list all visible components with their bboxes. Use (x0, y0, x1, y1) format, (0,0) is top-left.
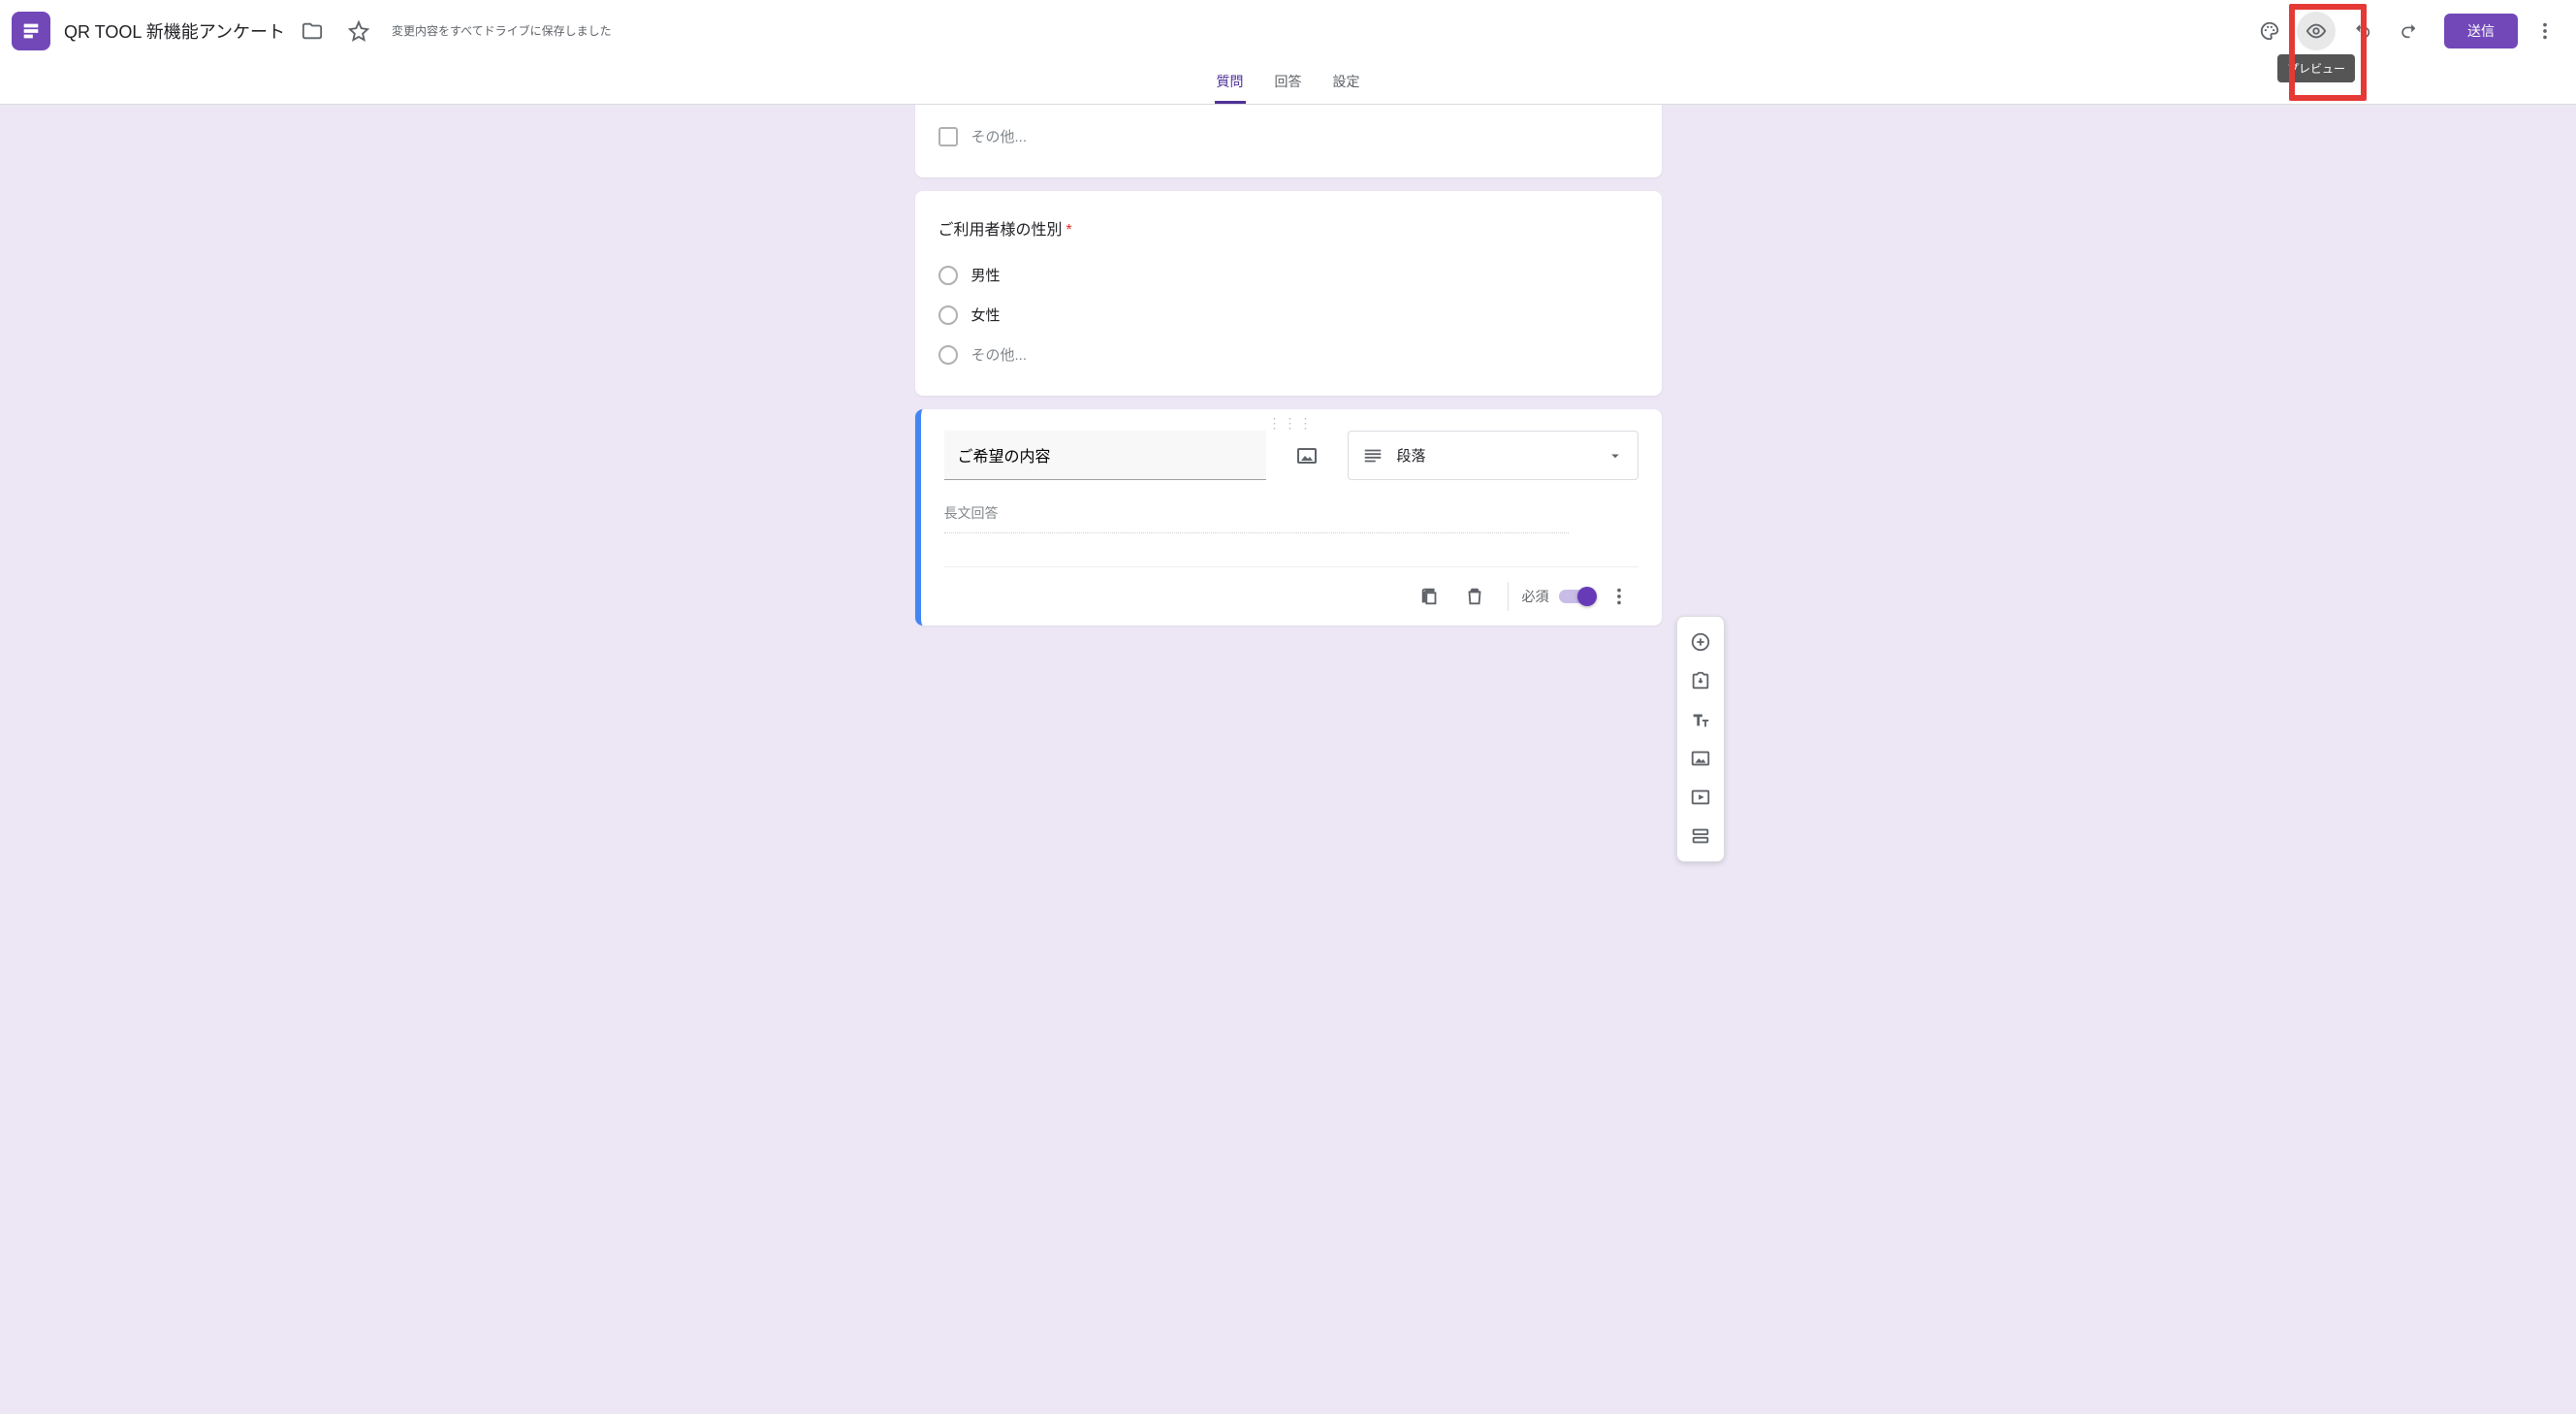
chevron-down-icon (1606, 447, 1624, 465)
more-vert-icon (2534, 20, 2556, 42)
copy-icon (1419, 586, 1441, 607)
radio-icon (938, 266, 958, 285)
radio-icon (938, 305, 958, 325)
checkbox-icon (938, 127, 958, 146)
app-bar-main-row: QR TOOL 新機能アンケート 変更内容をすべてドライブに保存しました プレビ… (0, 0, 2576, 62)
add-question-button[interactable] (1681, 623, 1720, 661)
add-circle-icon (1690, 631, 1711, 653)
option-label: その他... (971, 126, 1028, 146)
floating-side-toolbar (1676, 616, 1725, 862)
image-icon (1295, 444, 1319, 467)
preview-button-highlighted: プレビュー (2297, 12, 2336, 50)
required-toggle[interactable] (1559, 590, 1594, 603)
save-status-text: 変更内容をすべてドライブに保存しました (392, 23, 612, 40)
option-row-other[interactable]: その他... (938, 335, 1638, 374)
image-icon (1690, 748, 1711, 769)
import-icon (1690, 670, 1711, 691)
tab-questions[interactable]: 質問 (1215, 62, 1246, 104)
footer-divider (1508, 582, 1509, 611)
forms-app-icon[interactable] (12, 12, 50, 50)
add-image-to-question-button[interactable] (1286, 431, 1328, 480)
more-vert-icon (1608, 586, 1630, 607)
preview-button[interactable] (2297, 12, 2336, 50)
star-icon (348, 20, 369, 42)
redo-button[interactable] (2390, 12, 2429, 50)
duplicate-question-button[interactable] (1411, 577, 1449, 616)
add-title-button[interactable] (1681, 700, 1720, 739)
form-canvas: その他... ご利用者様の性別* 男性 女性 その他... ⋮⋮⋮ (0, 105, 2576, 684)
option-label: 女性 (971, 305, 1001, 325)
tab-responses[interactable]: 回答 (1273, 62, 1304, 104)
toggle-knob (1577, 587, 1597, 606)
question-title-text: ご利用者様の性別 (938, 222, 1063, 239)
question-more-options-button[interactable] (1600, 577, 1638, 616)
question-title-input[interactable] (944, 431, 1266, 480)
add-video-button[interactable] (1681, 778, 1720, 817)
option-row-male[interactable]: 男性 (938, 255, 1638, 295)
eye-icon (2306, 20, 2327, 42)
undo-icon (2352, 20, 2373, 42)
undo-button[interactable] (2343, 12, 2382, 50)
import-questions-button[interactable] (1681, 661, 1720, 700)
section-icon (1690, 825, 1711, 847)
tab-settings[interactable]: 設定 (1331, 62, 1362, 104)
form-column: その他... ご利用者様の性別* 男性 女性 その他... ⋮⋮⋮ (915, 105, 1662, 626)
option-label: その他... (971, 344, 1028, 365)
preview-tooltip: プレビュー (2277, 54, 2355, 82)
add-image-button[interactable] (1681, 739, 1720, 778)
app-bar: QR TOOL 新機能アンケート 変更内容をすべてドライブに保存しました プレビ… (0, 0, 2576, 105)
question-card-prev[interactable]: その他... (915, 105, 1662, 177)
question-type-label: 段落 (1397, 445, 1593, 466)
move-to-folder-button[interactable] (293, 12, 332, 50)
trash-icon (1464, 586, 1485, 607)
question-card-gender[interactable]: ご利用者様の性別* 男性 女性 その他... (915, 191, 1662, 396)
more-options-button[interactable] (2526, 12, 2564, 50)
question-card-footer: 必須 (944, 566, 1638, 626)
question-type-select[interactable]: 段落 (1348, 431, 1638, 480)
add-section-button[interactable] (1681, 817, 1720, 855)
active-question-header-row: 段落 (944, 431, 1638, 480)
send-button[interactable]: 送信 (2444, 14, 2518, 48)
paragraph-icon (1362, 445, 1383, 466)
video-icon (1690, 787, 1711, 808)
tabs-row: 質問 回答 設定 (0, 62, 2576, 105)
option-row-other[interactable]: その他... (938, 116, 1638, 156)
palette-icon (2259, 20, 2280, 42)
redo-icon (2399, 20, 2420, 42)
question-card-active[interactable]: ⋮⋮⋮ 段落 長文回答 (915, 409, 1662, 626)
drag-handle-icon[interactable]: ⋮⋮⋮ (1268, 415, 1315, 432)
form-title[interactable]: QR TOOL 新機能アンケート (64, 18, 285, 44)
required-toggle-label: 必須 (1522, 587, 1549, 606)
radio-icon (938, 345, 958, 365)
long-answer-placeholder[interactable]: 長文回答 (944, 503, 1569, 533)
required-asterisk: * (1066, 222, 1072, 239)
customize-theme-button[interactable] (2250, 12, 2289, 50)
folder-icon (302, 20, 323, 42)
star-button[interactable] (339, 12, 378, 50)
question-title: ご利用者様の性別* (938, 216, 1638, 240)
option-label: 男性 (971, 265, 1001, 285)
delete-question-button[interactable] (1455, 577, 1494, 616)
option-row-female[interactable]: 女性 (938, 295, 1638, 335)
title-icon (1690, 709, 1711, 730)
